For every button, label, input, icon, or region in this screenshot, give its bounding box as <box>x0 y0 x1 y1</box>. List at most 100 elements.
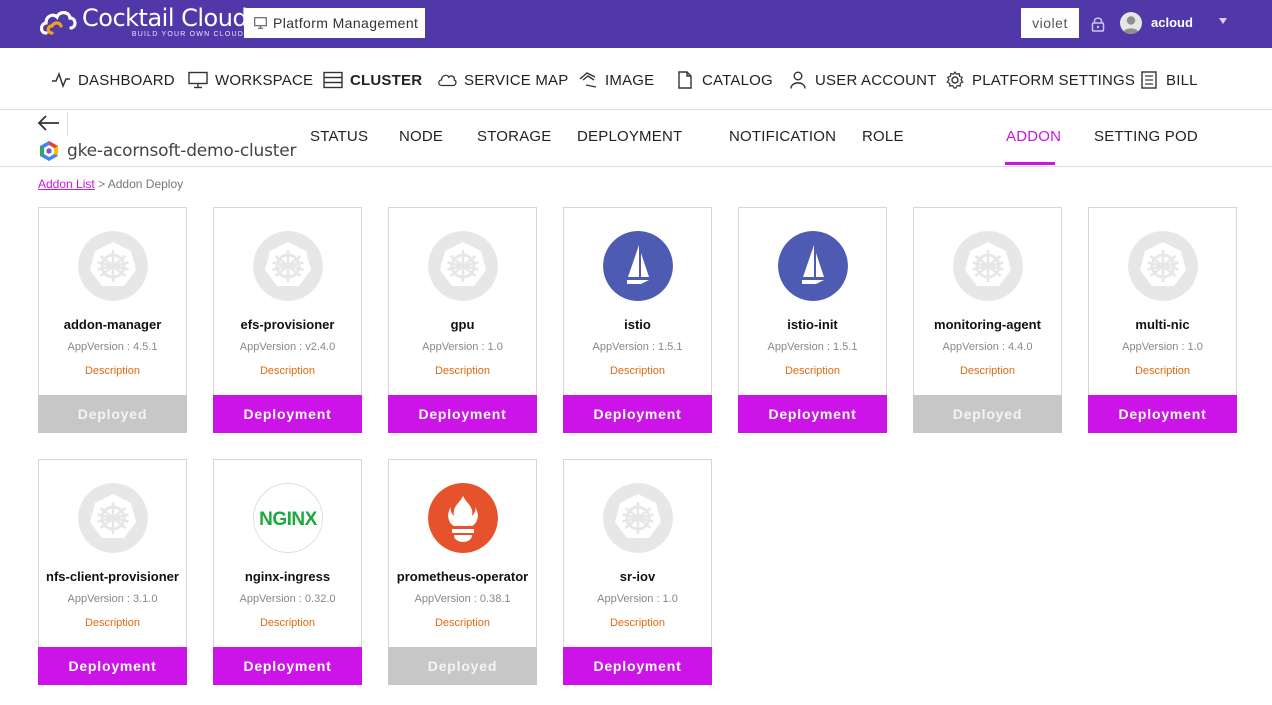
monitor-icon <box>188 71 208 89</box>
addon-description-link[interactable]: Description <box>914 365 1061 377</box>
nav-item-cluster[interactable]: CLUSTER <box>323 68 422 92</box>
addon-version: AppVersion : 4.4.0 <box>942 341 1033 353</box>
addon-name: efs-provisioner <box>240 317 335 332</box>
addon-version: AppVersion : 1.0 <box>1122 341 1203 353</box>
deployment-button[interactable]: Deployment <box>38 647 187 685</box>
addon-version: AppVersion : 1.5.1 <box>767 341 858 353</box>
user-icon <box>790 71 806 89</box>
addon-description-link[interactable]: Description <box>1089 365 1236 377</box>
deployment-button[interactable]: Deployment <box>563 395 712 433</box>
addon-version: AppVersion : 1.0 <box>422 341 503 353</box>
theme-selector[interactable]: violet <box>1021 8 1079 38</box>
logo[interactable]: Cocktail Cloud BUILD YOUR OWN CLOUD! <box>38 5 248 43</box>
deployed-button[interactable]: Deployed <box>38 395 187 433</box>
istio-icon <box>603 231 673 301</box>
kubernetes-icon <box>428 231 498 301</box>
addon-card: multi-nic AppVersion : 1.0 Description Depl… <box>1088 207 1237 433</box>
monitor-icon <box>254 17 267 29</box>
kubernetes-icon <box>253 231 323 301</box>
nav-label: DASHBOARD <box>78 71 175 89</box>
tab-deployment[interactable]: DEPLOYMENT <box>577 128 682 145</box>
addon-description-link[interactable]: Description <box>39 617 186 629</box>
tab-status[interactable]: STATUS <box>310 128 368 145</box>
nav-label: IMAGE <box>605 71 655 89</box>
tab-storage[interactable]: STORAGE <box>477 128 551 145</box>
addon-version: AppVersion : 3.1.0 <box>67 593 158 605</box>
addon-name: nginx-ingress <box>244 569 331 584</box>
nginx-icon: NGINX <box>253 483 323 553</box>
deployment-button[interactable]: Deployment <box>388 395 537 433</box>
nav-item-workspace[interactable]: WORKSPACE <box>188 68 313 92</box>
istio-icon <box>778 231 848 301</box>
addon-description-link[interactable]: Description <box>564 617 711 629</box>
chevron-down-icon[interactable] <box>1219 18 1227 24</box>
back-arrow-icon[interactable] <box>37 114 61 132</box>
nav-item-user-account[interactable]: USER ACCOUNT <box>788 68 937 92</box>
tab-setting-pod[interactable]: SETTING POD <box>1094 128 1198 145</box>
tab-role[interactable]: ROLE <box>862 128 904 145</box>
addon-description-link[interactable]: Description <box>389 617 536 629</box>
kubernetes-icon <box>78 483 148 553</box>
nav-item-platform-settings[interactable]: PLATFORM SETTINGS <box>945 68 1135 92</box>
svg-text:NGINX: NGINX <box>259 509 318 530</box>
addon-name: istio <box>624 317 651 332</box>
addon-description-link[interactable]: Description <box>214 617 361 629</box>
cluster-name: gke-acornsoft-demo-cluster <box>67 141 297 161</box>
deployed-button[interactable]: Deployed <box>913 395 1062 433</box>
addon-card: addon-manager AppVersion : 4.5.1 Descripti… <box>38 207 187 433</box>
tab-addon[interactable]: ADDON <box>1006 128 1061 145</box>
addon-card: prometheus-operator AppVersion : 0.38.1 De… <box>388 459 537 685</box>
addon-version: AppVersion : v2.4.0 <box>239 341 336 353</box>
deployment-button[interactable]: Deployment <box>738 395 887 433</box>
addon-name: monitoring-agent <box>934 317 1041 332</box>
deployment-button[interactable]: Deployment <box>213 395 362 433</box>
addon-description-link[interactable]: Description <box>739 365 886 377</box>
kubernetes-icon <box>78 231 148 301</box>
divider <box>67 112 68 136</box>
lock-icon[interactable] <box>1091 16 1105 32</box>
server-icon <box>323 71 343 89</box>
kubernetes-icon <box>1128 231 1198 301</box>
nav-item-service-map[interactable]: SERVICE MAP <box>437 68 568 92</box>
addon-card: monitoring-agent AppVersion : 4.4.0 Descri… <box>913 207 1062 433</box>
avatar[interactable] <box>1120 12 1142 34</box>
kubernetes-icon <box>953 231 1023 301</box>
addon-name: sr-iov <box>619 569 656 584</box>
gke-logo-icon <box>40 141 58 161</box>
top-bar: Cocktail Cloud BUILD YOUR OWN CLOUD! Pla… <box>0 0 1272 48</box>
user-avatar-icon <box>1122 16 1140 34</box>
breadcrumb-addon-list-link[interactable]: Addon List <box>38 177 95 191</box>
nav-item-bill[interactable]: BILL <box>1139 68 1198 92</box>
platform-management-label: Platform Management <box>273 15 419 31</box>
nav-label: USER ACCOUNT <box>815 71 937 89</box>
logo-tagline: BUILD YOUR OWN CLOUD! <box>131 31 248 38</box>
nav-item-image[interactable]: IMAGE <box>578 68 654 92</box>
breadcrumb: Addon List > Addon Deploy <box>38 177 183 191</box>
nav-item-dashboard[interactable]: DASHBOARD <box>51 68 175 92</box>
deployed-button[interactable]: Deployed <box>388 647 537 685</box>
cloud-logo-icon <box>39 11 77 35</box>
deployment-button[interactable]: Deployment <box>563 647 712 685</box>
addon-card: istio-init AppVersion : 1.5.1 Description D… <box>738 207 887 433</box>
divider <box>0 166 1272 167</box>
tab-notification[interactable]: NOTIFICATION <box>729 128 836 145</box>
nav-item-catalog[interactable]: CATALOG <box>675 68 773 92</box>
nav-label: WORKSPACE <box>215 71 314 89</box>
addon-name: multi-nic <box>1135 317 1190 332</box>
user-name[interactable]: acloud <box>1151 15 1193 30</box>
addon-version: AppVersion : 1.0 <box>597 593 678 605</box>
addon-card: nfs-client-provisioner AppVersion : 3.1.0… <box>38 459 187 685</box>
breadcrumb-current: Addon Deploy <box>107 177 184 191</box>
deployment-button[interactable]: Deployment <box>213 647 362 685</box>
image-icon <box>579 72 597 88</box>
nav-label: CLUSTER <box>350 71 423 89</box>
addon-description-link[interactable]: Description <box>214 365 361 377</box>
cloud-icon <box>438 74 457 87</box>
nav-label: PLATFORM SETTINGS <box>972 71 1136 89</box>
addon-description-link[interactable]: Description <box>39 365 186 377</box>
deployment-button[interactable]: Deployment <box>1088 395 1237 433</box>
addon-description-link[interactable]: Description <box>564 365 711 377</box>
platform-management-button[interactable]: Platform Management <box>244 8 425 38</box>
tab-node[interactable]: NODE <box>399 128 443 145</box>
addon-description-link[interactable]: Description <box>389 365 536 377</box>
